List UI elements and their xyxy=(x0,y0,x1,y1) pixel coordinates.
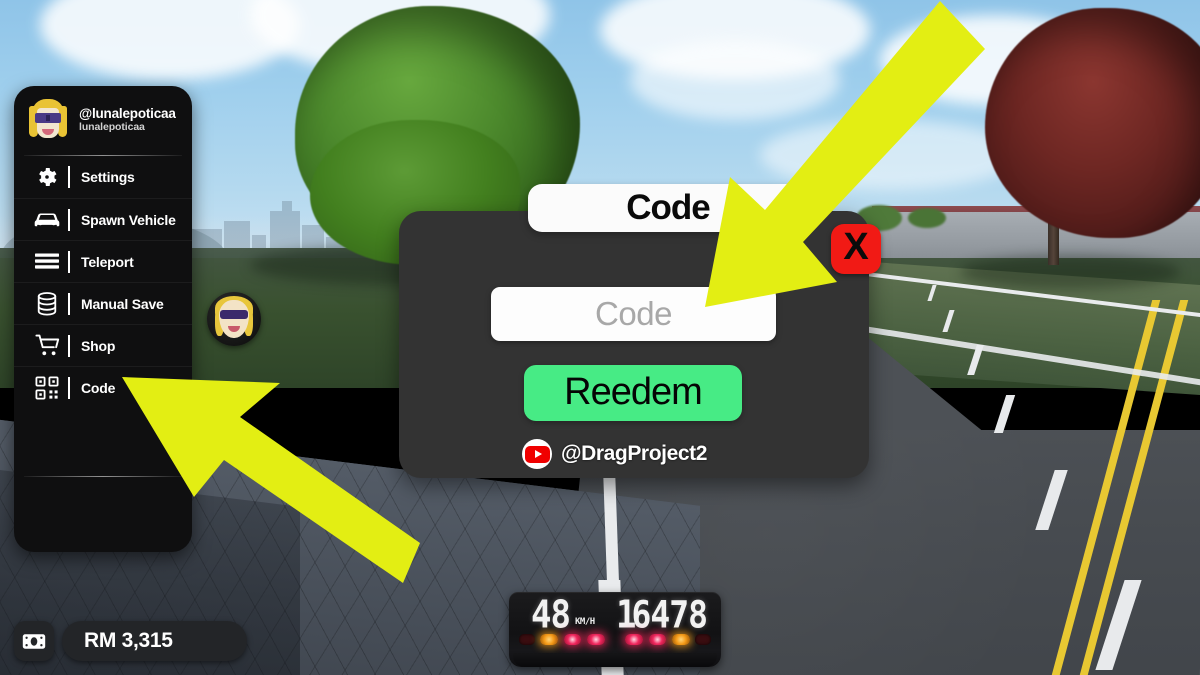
arrow-pointing-to-code-menu-item xyxy=(122,377,420,583)
speedometer-hud: 48 KM/H 1 6478 xyxy=(509,592,721,667)
shift-light xyxy=(563,633,582,645)
redeem-button[interactable]: Reedem xyxy=(524,365,742,421)
sidebar-item-label: Code xyxy=(81,379,116,396)
menu-item-separator xyxy=(68,166,70,188)
sidebar-item-label: Teleport xyxy=(81,253,134,270)
shift-light xyxy=(625,633,643,645)
money-amount-pill: RM 3,315 xyxy=(62,621,247,661)
npc-avatar-marker xyxy=(207,292,261,346)
screenshot-root: @lunalepoticaa lunalepoticaa Settings Sp… xyxy=(0,0,1200,675)
shift-light xyxy=(587,633,605,645)
profile-username: lunalepoticaa xyxy=(79,121,145,134)
sidebar-item-teleport[interactable]: Teleport xyxy=(14,240,192,282)
avatar xyxy=(26,98,70,142)
sidebar-item-label: Shop xyxy=(81,337,116,354)
sidebar-item-label: Settings xyxy=(81,169,135,185)
menu-item-separator xyxy=(68,376,70,399)
lane-dash xyxy=(993,395,1016,433)
gear-icon xyxy=(32,164,62,190)
car-icon xyxy=(32,207,62,233)
menu-lines-icon xyxy=(32,249,62,275)
menu-item-separator xyxy=(68,250,70,273)
money-hud: RM 3,315 xyxy=(14,621,247,661)
shift-light xyxy=(671,633,690,645)
profile-handle: @lunalepoticaa xyxy=(79,105,176,121)
shift-light xyxy=(519,633,535,645)
shift-light xyxy=(648,633,667,645)
menu-item-separator xyxy=(68,292,70,315)
shift-light xyxy=(695,633,711,645)
speedometer-base xyxy=(513,653,717,667)
money-value: RM 3,315 xyxy=(84,629,173,652)
qr-code-icon xyxy=(32,375,62,401)
arrow-pointing-to-code-dialog xyxy=(705,1,985,307)
money-bill-icon xyxy=(14,621,54,661)
menu-item-separator xyxy=(68,208,70,231)
youtube-icon xyxy=(522,439,552,469)
sidebar-item-settings[interactable]: Settings xyxy=(14,156,192,198)
speed-unit: KM/H xyxy=(575,617,595,627)
profile-header: @lunalepoticaa lunalepoticaa xyxy=(14,86,192,152)
tree-shadow xyxy=(960,255,1180,289)
sidebar-item-label: Manual Save xyxy=(81,295,164,312)
sidebar-item-manual-save[interactable]: Manual Save xyxy=(14,282,192,324)
shopping-cart-icon xyxy=(32,333,62,359)
credit-line: @DragProject2 xyxy=(522,439,707,469)
sidebar-item-spawn-vehicle[interactable]: Spawn Vehicle xyxy=(14,198,192,240)
sidebar-item-label: Spawn Vehicle xyxy=(81,211,176,228)
credit-handle: @DragProject2 xyxy=(561,442,707,465)
shift-light xyxy=(540,633,559,645)
menu-item-separator xyxy=(68,334,70,357)
redeem-button-label: Reedem xyxy=(564,370,703,413)
shift-light-bar xyxy=(519,631,711,647)
database-icon xyxy=(32,291,62,317)
